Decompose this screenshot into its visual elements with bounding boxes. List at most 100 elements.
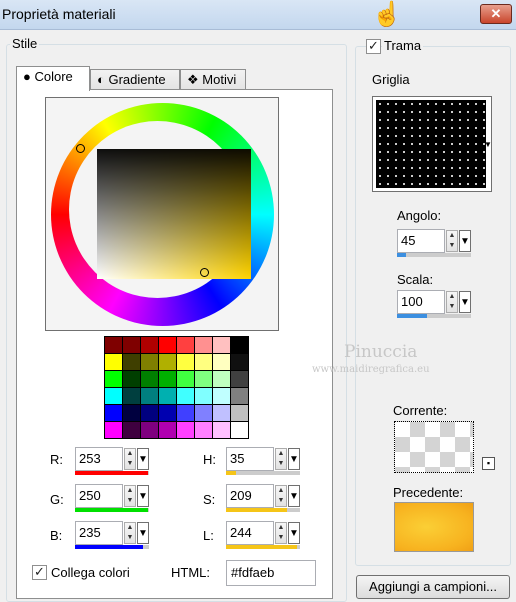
h-input[interactable]: 35 [226,447,274,471]
palette-swatch[interactable] [177,337,194,353]
palette-swatch[interactable] [141,388,158,404]
r-input[interactable]: 253 [75,447,123,471]
palette-swatch[interactable] [123,388,140,404]
palette-swatch[interactable] [213,354,230,370]
palette-swatch[interactable] [213,371,230,387]
texture-dropdown-arrow[interactable]: ▼ [484,140,492,149]
palette-swatch[interactable] [105,337,122,353]
palette-swatch[interactable] [159,422,176,438]
l-input[interactable]: 244 [226,521,274,545]
scala-slider[interactable] [397,314,471,318]
b-input[interactable]: 235 [75,521,123,545]
g-updown[interactable]: ▲ ▼ [124,485,136,507]
html-color-input[interactable]: #fdfaeb [226,560,316,586]
swap-icon[interactable]: ▪ [482,457,495,470]
r-slider[interactable] [75,471,149,475]
palette-swatch[interactable] [195,405,212,421]
s-updown[interactable]: ▲ ▼ [275,485,287,507]
palette-swatch[interactable] [141,354,158,370]
palette-swatch[interactable] [231,422,248,438]
color-wheel-box[interactable] [45,97,279,331]
palette-swatch[interactable] [141,422,158,438]
h-dropdown[interactable]: ▼ [288,448,300,470]
window-title: Proprietà materiali [2,6,116,22]
palette-swatch[interactable] [195,354,212,370]
scala-input[interactable]: 100 [397,290,445,314]
g-dropdown[interactable]: ▼ [137,485,149,507]
r-dropdown[interactable]: ▼ [137,448,149,470]
palette-swatch[interactable] [177,388,194,404]
palette-swatch[interactable] [195,422,212,438]
s-slider[interactable] [226,508,300,512]
palette-swatch[interactable] [213,388,230,404]
tab-colore-label: Colore [34,69,73,84]
palette-swatch[interactable] [195,337,212,353]
trama-checkbox[interactable]: ✓ [366,39,381,54]
palette-swatch[interactable] [177,371,194,387]
r-label: R: [50,452,63,467]
s-dropdown[interactable]: ▼ [288,485,300,507]
r-updown[interactable]: ▲ ▼ [124,448,136,470]
palette-swatch[interactable] [159,405,176,421]
palette-swatch[interactable] [105,371,122,387]
palette-swatch[interactable] [213,405,230,421]
texture-preview[interactable] [372,96,492,192]
palette-swatch[interactable] [141,405,158,421]
s-input[interactable]: 209 [226,484,274,508]
hue-marker[interactable] [76,144,85,153]
previous-material-swatch[interactable] [394,502,474,552]
palette-swatch[interactable] [231,388,248,404]
palette-swatch[interactable] [177,405,194,421]
angolo-slider[interactable] [397,253,471,257]
palette-swatch[interactable] [123,371,140,387]
l-updown[interactable]: ▲ ▼ [275,522,287,544]
angolo-updown[interactable]: ▲ ▼ [446,230,458,252]
palette-swatch[interactable] [177,422,194,438]
g-input[interactable]: 250 [75,484,123,508]
palette-swatch[interactable] [159,371,176,387]
tab-motivi[interactable]: ❖ Motivi [180,69,246,90]
palette-swatch[interactable] [231,405,248,421]
palette-swatch[interactable] [105,422,122,438]
link-colors-checkbox[interactable]: ✓ [32,565,47,580]
palette-swatch[interactable] [231,354,248,370]
palette-swatch[interactable] [231,337,248,353]
angolo-input[interactable]: 45 [397,229,445,253]
palette-swatch[interactable] [195,371,212,387]
palette-swatch[interactable] [141,371,158,387]
palette-swatch[interactable] [105,388,122,404]
b-updown[interactable]: ▲ ▼ [124,522,136,544]
g-slider[interactable] [75,508,149,512]
palette-swatch[interactable] [123,337,140,353]
current-material-swatch[interactable] [394,421,474,473]
scala-dropdown[interactable]: ▼ [459,291,471,313]
palette-swatch[interactable] [123,354,140,370]
color-marker[interactable] [200,268,209,277]
b-dropdown[interactable]: ▼ [137,522,149,544]
scala-updown[interactable]: ▲ ▼ [446,291,458,313]
palette-swatch[interactable] [159,337,176,353]
palette-swatch[interactable] [123,422,140,438]
palette-swatch[interactable] [105,405,122,421]
angolo-dropdown[interactable]: ▼ [459,230,471,252]
saturation-lightness-square[interactable] [97,149,251,279]
b-slider[interactable] [75,545,149,549]
l-dropdown[interactable]: ▼ [288,522,300,544]
palette-swatch[interactable] [159,388,176,404]
tab-colore[interactable]: ● Colore [16,66,90,91]
palette-swatch[interactable] [213,337,230,353]
h-updown[interactable]: ▲ ▼ [275,448,287,470]
palette-swatch[interactable] [177,354,194,370]
palette-swatch[interactable] [105,354,122,370]
palette-swatch[interactable] [231,371,248,387]
add-to-swatches-button[interactable]: Aggiungi a campioni... [356,575,510,599]
palette-swatch[interactable] [159,354,176,370]
tab-gradiente[interactable]: ◐ Gradiente [90,69,180,90]
l-slider[interactable] [226,545,300,549]
palette-swatch[interactable] [195,388,212,404]
palette-swatch[interactable] [123,405,140,421]
palette-swatch[interactable] [141,337,158,353]
close-button[interactable]: ✕ [480,4,512,24]
palette-swatch[interactable] [213,422,230,438]
h-slider[interactable] [226,471,300,475]
